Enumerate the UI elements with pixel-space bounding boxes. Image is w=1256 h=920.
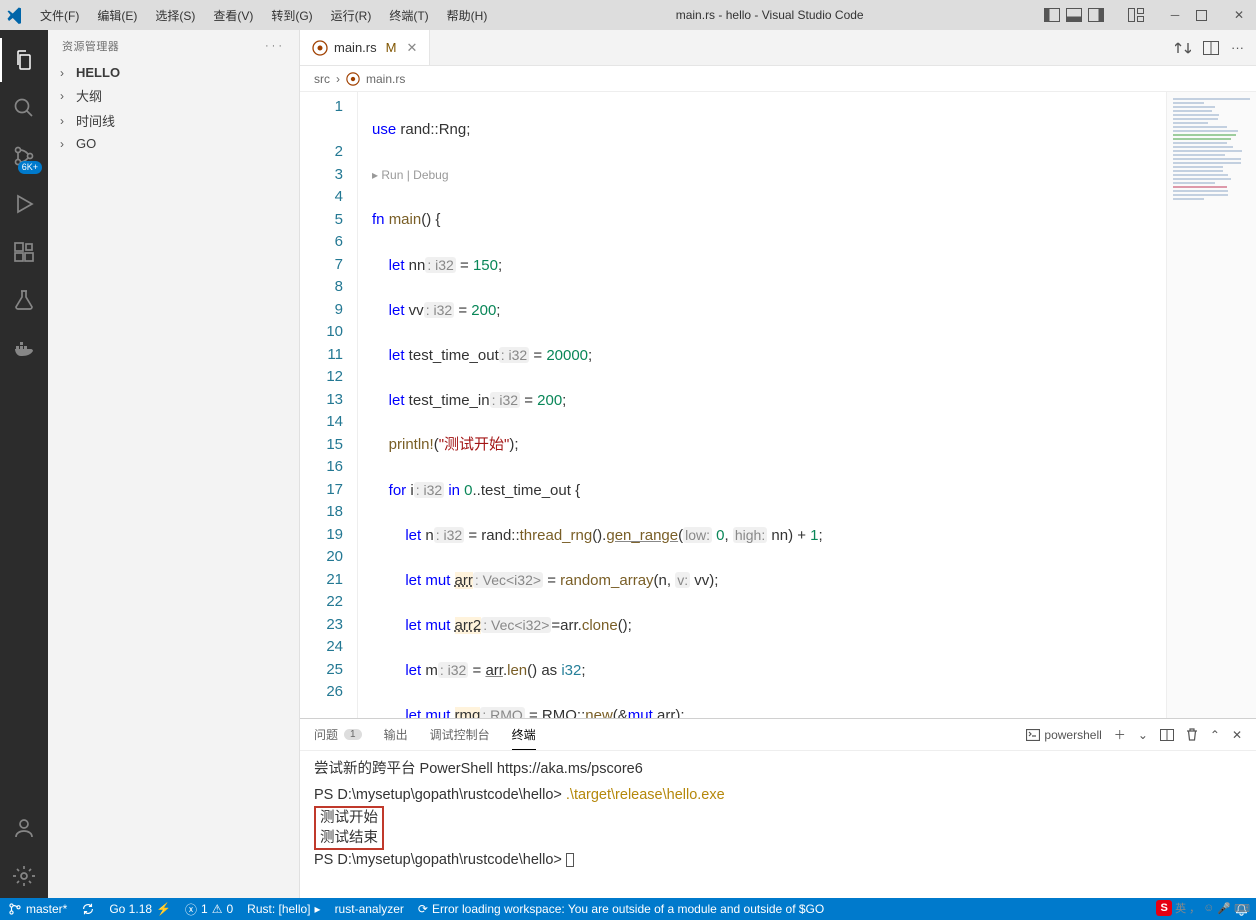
activity-run-debug[interactable] xyxy=(0,182,48,226)
breadcrumb-src[interactable]: src xyxy=(314,72,330,86)
tab-bar: main.rs M ✕ ··· xyxy=(300,30,1256,66)
editor-group: main.rs M ✕ ··· src › main.rs 1 23456789… xyxy=(300,30,1256,898)
chevron-right-icon: › xyxy=(60,89,72,103)
activitybar: 6K+ xyxy=(0,30,48,898)
split-editor-icon[interactable] xyxy=(1203,41,1219,55)
more-actions-icon[interactable]: ··· xyxy=(1231,40,1244,55)
code-area[interactable]: 1 23456789101112131415161718192021222324… xyxy=(300,92,1256,718)
tab-modified-badge: M xyxy=(386,40,397,55)
panel-tabs: 问题1 输出 调试控制台 终端 powershell ＋ ⌄ ⌃ ✕ xyxy=(300,719,1256,751)
toggle-secondary-sidebar-icon[interactable] xyxy=(1088,8,1104,22)
terminal-dropdown-icon[interactable]: ⌄ xyxy=(1138,728,1148,742)
breadcrumb[interactable]: src › main.rs xyxy=(300,66,1256,92)
main-menu: 文件(F) 编辑(E) 选择(S) 查看(V) 转到(G) 运行(R) 终端(T… xyxy=(32,3,495,28)
terminal-command: .\target\release\hello.exe xyxy=(566,787,725,803)
tree-node-outline[interactable]: ›大纲 xyxy=(48,83,299,108)
activity-search[interactable] xyxy=(0,86,48,130)
sidebar-header: 资源管理器 ··· xyxy=(48,30,299,62)
tab-close-icon[interactable]: ✕ xyxy=(406,40,417,56)
terminal-prompt: PS D:\mysetup\gopath\rustcode\hello> xyxy=(314,787,566,803)
menu-file[interactable]: 文件(F) xyxy=(32,3,87,28)
status-problems[interactable]: ⓧ1 ⚠0 xyxy=(185,901,233,918)
customize-layout-icon[interactable] xyxy=(1128,8,1144,22)
menu-edit[interactable]: 编辑(E) xyxy=(89,3,145,28)
menu-view[interactable]: 查看(V) xyxy=(205,3,261,28)
sidebar-title: 资源管理器 xyxy=(62,38,119,54)
codelens-run-debug[interactable]: ▸ Run | Debug xyxy=(372,164,1166,187)
chevron-right-icon: › xyxy=(60,66,72,80)
explorer-tree: ›HELLO ›大纲 ›时间线 ›GO xyxy=(48,62,299,154)
activity-docker[interactable] xyxy=(0,326,48,370)
status-rust-analyzer[interactable]: rust-analyzer xyxy=(335,902,404,916)
terminal-profile-label[interactable]: powershell xyxy=(1026,728,1101,742)
menu-run[interactable]: 运行(R) xyxy=(323,3,380,28)
menu-selection[interactable]: 选择(S) xyxy=(147,3,203,28)
rust-file-icon xyxy=(346,72,360,86)
chevron-right-icon: › xyxy=(60,114,72,128)
menu-terminal[interactable]: 终端(T) xyxy=(381,3,436,28)
statusbar: master* Go 1.18 ⚡ ⓧ1 ⚠0 Rust: [hello] ▸ … xyxy=(0,898,1256,920)
code-content[interactable]: use rand::Rng; ▸ Run | Debug fn main() {… xyxy=(358,92,1166,718)
terminal-content[interactable]: 尝试新的跨平台 PowerShell https://aka.ms/pscore… xyxy=(300,751,1256,898)
panel-tab-output[interactable]: 输出 xyxy=(384,719,408,750)
new-terminal-icon[interactable]: ＋ xyxy=(1114,726,1126,743)
activity-scm[interactable]: 6K+ xyxy=(0,134,48,178)
status-notifications-icon[interactable] xyxy=(1235,903,1248,916)
terminal-highlight-box: 测试开始 测试结束 xyxy=(314,806,384,851)
rust-file-icon xyxy=(312,40,328,56)
terminal-intro: 尝试新的跨平台 PowerShell https://aka.ms/pscore… xyxy=(314,759,1242,779)
minimize-icon[interactable]: ─ xyxy=(1164,8,1186,22)
activity-settings[interactable] xyxy=(0,854,48,898)
scm-badge: 6K+ xyxy=(18,161,42,174)
compare-changes-icon[interactable] xyxy=(1175,40,1191,56)
tree-node-go[interactable]: ›GO xyxy=(48,133,299,154)
tab-main-rs[interactable]: main.rs M ✕ xyxy=(300,30,430,65)
bottom-panel: 问题1 输出 调试控制台 终端 powershell ＋ ⌄ ⌃ ✕ 尝试新的跨… xyxy=(300,718,1256,898)
tree-node-timeline[interactable]: ›时间线 xyxy=(48,108,299,133)
layout-controls xyxy=(1044,8,1144,22)
terminal-cursor xyxy=(566,853,574,867)
status-branch[interactable]: master* xyxy=(8,902,67,916)
sidebar-more-icon[interactable]: ··· xyxy=(265,40,285,52)
chevron-right-icon: › xyxy=(336,72,340,86)
status-error-message[interactable]: ⟳ Error loading workspace: You are outsi… xyxy=(418,902,824,916)
split-terminal-icon[interactable] xyxy=(1160,729,1174,741)
panel-tab-terminal[interactable]: 终端 xyxy=(512,719,536,750)
line-gutter: 1 23456789101112131415161718192021222324… xyxy=(300,92,358,718)
sidebar-explorer: 资源管理器 ··· ›HELLO ›大纲 ›时间线 ›GO xyxy=(48,30,300,898)
maximize-panel-icon[interactable]: ⌃ xyxy=(1210,728,1220,742)
menu-help[interactable]: 帮助(H) xyxy=(439,3,496,28)
chevron-right-icon: › xyxy=(60,137,72,151)
activity-extensions[interactable] xyxy=(0,230,48,274)
tree-node-hello[interactable]: ›HELLO xyxy=(48,62,299,83)
status-sync-icon[interactable] xyxy=(81,902,95,916)
titlebar: 文件(F) 编辑(E) 选择(S) 查看(V) 转到(G) 运行(R) 终端(T… xyxy=(0,0,1256,30)
status-rust-project[interactable]: Rust: [hello] ▸ xyxy=(247,902,320,916)
toggle-primary-sidebar-icon[interactable] xyxy=(1044,8,1060,22)
breadcrumb-file[interactable]: main.rs xyxy=(366,72,405,86)
panel-tab-debug-console[interactable]: 调试控制台 xyxy=(430,719,490,750)
window-title: main.rs - hello - Visual Studio Code xyxy=(495,8,1044,22)
menu-go[interactable]: 转到(G) xyxy=(263,3,320,28)
window-controls: ─ ✕ xyxy=(1164,8,1250,22)
toggle-panel-icon[interactable] xyxy=(1066,8,1082,22)
minimap[interactable] xyxy=(1166,92,1256,718)
terminal-prompt: PS D:\mysetup\gopath\rustcode\hello> xyxy=(314,852,566,868)
activity-explorer[interactable] xyxy=(0,38,48,82)
status-go-version[interactable]: Go 1.18 ⚡ xyxy=(109,902,171,916)
kill-terminal-icon[interactable] xyxy=(1186,728,1198,741)
vscode-logo-icon xyxy=(6,6,24,24)
panel-tab-problems[interactable]: 问题1 xyxy=(314,719,362,750)
maximize-icon[interactable] xyxy=(1196,10,1218,21)
activity-accounts[interactable] xyxy=(0,806,48,850)
activity-testing[interactable] xyxy=(0,278,48,322)
close-panel-icon[interactable]: ✕ xyxy=(1232,728,1242,742)
close-icon[interactable]: ✕ xyxy=(1228,8,1250,22)
tab-label: main.rs xyxy=(334,40,377,55)
